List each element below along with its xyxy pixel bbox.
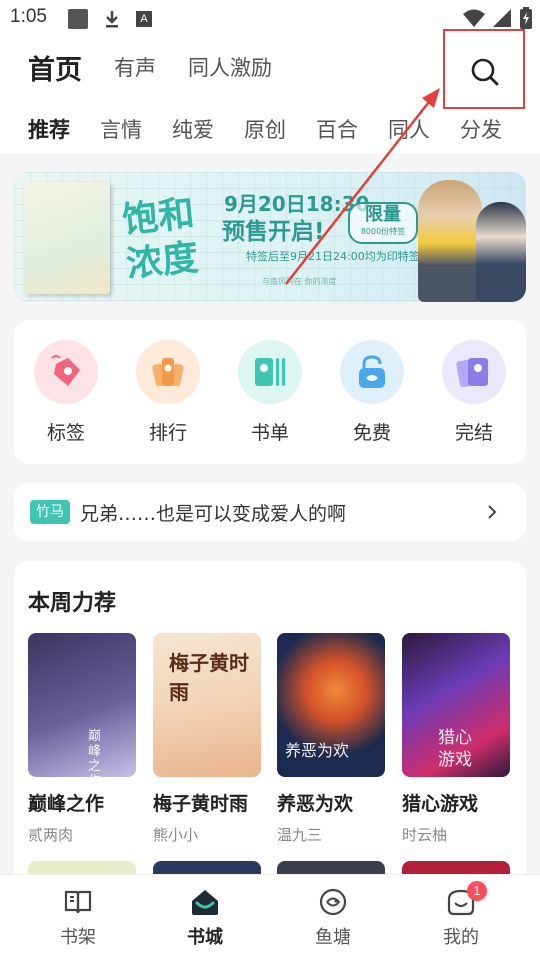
book-title: 巅峰之作 [28, 793, 105, 815]
bottom-nav: 书架 书城 鱼塘 1 我的 [0, 874, 540, 960]
unlock-icon [340, 340, 404, 404]
tag-icon [34, 340, 98, 404]
book-card[interactable]: 梅子黄时雨 梅子黄时雨 熊小小 [153, 633, 261, 845]
bookstore-icon [192, 890, 218, 915]
book-cover: 猎心游戏 [402, 633, 510, 777]
banner-character-left [418, 180, 482, 302]
promo-banner[interactable]: 饱和 浓度 9月20日18:30 预售开启! 限量 8000份特签 特签后至9月… [14, 172, 526, 302]
nav-label: 书架 [60, 927, 96, 948]
nav-label: 书城 [187, 927, 223, 948]
banner-sub-note: 与南风同在 你的浓度 [262, 277, 337, 286]
search-button[interactable] [443, 29, 525, 109]
book-author: 时云柚 [402, 826, 448, 844]
subtab-original[interactable]: 原创 [244, 114, 286, 144]
banner-limit-badge: 限量 8000份特签 [348, 202, 418, 244]
section-title: 本周力荐 [28, 591, 117, 616]
booklist-icon [238, 340, 302, 404]
shortcut-booklist[interactable]: 书单 [230, 340, 310, 450]
nav-profile[interactable]: 1 我的 [421, 881, 501, 949]
subtab-gl[interactable]: 百合 [316, 114, 358, 144]
subtab-romance[interactable]: 言情 [100, 114, 142, 144]
shortcut-label: 排行 [148, 422, 187, 444]
shortcut-finished[interactable]: 完结 [434, 340, 514, 450]
shortcut-label: 完结 [454, 422, 493, 444]
status-time: 1:05 [10, 6, 47, 27]
shortcut-free[interactable]: 免费 [332, 340, 412, 450]
book-author: 温九三 [277, 826, 323, 844]
banner-character-right [476, 202, 526, 302]
book-cover-title: 巅峰之作 [88, 729, 102, 777]
banner-title-line2: 浓度 [124, 237, 201, 286]
book-card[interactable]: 猎心游戏 猎心游戏 时云柚 [402, 633, 510, 845]
square-icon [68, 9, 88, 29]
notice-tag: 竹马 [30, 500, 70, 524]
banner-limit-note: 8000份特签 [360, 227, 406, 236]
book-title: 梅子黄时雨 [153, 793, 249, 815]
fishpond-icon [319, 888, 347, 916]
weekly-recommendations: 本周力荐 巅峰之作 巅峰之作 贰两肉 梅子黄时雨 梅子黄时雨 熊小小 养恶为欢 … [14, 561, 526, 901]
notice-bar[interactable]: 竹马 兄弟……也是可以变成爱人的啊 [14, 483, 526, 541]
book-card[interactable]: 巅峰之作 巅峰之作 贰两肉 [28, 633, 136, 845]
chevron-right-icon [488, 505, 497, 519]
search-icon [471, 58, 499, 86]
banner-book-cover [24, 182, 110, 294]
shortcut-tags[interactable]: 标签 [26, 340, 106, 450]
notice-text: 兄弟……也是可以变成爱人的啊 [80, 503, 347, 525]
tab-home[interactable]: 首页 [28, 48, 82, 87]
banner-limit: 限量 [365, 204, 401, 225]
notification-badge: 1 [467, 881, 487, 901]
banner-presale: 预售开启! [222, 219, 325, 245]
book-cover: 梅子黄时雨 [153, 633, 261, 777]
book-cover-title: 梅子黄时雨 [169, 651, 249, 704]
shortcut-ranking[interactable]: 排行 [128, 340, 208, 450]
bookshelf-icon [64, 890, 92, 914]
tab-fanfic-incentive[interactable]: 同人激励 [188, 52, 272, 82]
nav-bookstore[interactable]: 书城 [165, 887, 245, 949]
header: 首页 有声 同人激励 推荐 言情 纯爱 原创 百合 同人 分发 [0, 29, 540, 154]
book-cover-title: 养恶为欢 [285, 741, 350, 760]
book-title: 养恶为欢 [277, 793, 354, 815]
subtab-fanfic[interactable]: 同人 [388, 114, 430, 144]
book-cover-title: 猎心游戏 [438, 728, 472, 770]
book-cover: 养恶为欢 [277, 633, 385, 777]
book-card[interactable]: 养恶为欢 养恶为欢 温九三 [277, 633, 385, 845]
subtab-distribute[interactable]: 分发 [460, 114, 502, 144]
tab-audio[interactable]: 有声 [114, 52, 156, 82]
finished-icon [442, 340, 506, 404]
shortcut-label: 标签 [46, 422, 85, 444]
nav-bookshelf[interactable]: 书架 [38, 887, 118, 949]
banner-note: 特签后至9月21日24:00均为印特签 [246, 250, 420, 263]
a-letter-icon: A [136, 11, 152, 27]
shortcut-label: 免费 [352, 422, 391, 444]
subtab-bl[interactable]: 纯爱 [172, 114, 214, 144]
book-author: 贰两肉 [28, 826, 74, 844]
shortcut-grid: 标签 排行 书单 免费 完结 [14, 320, 526, 464]
nav-fishpond[interactable]: 鱼塘 [293, 887, 373, 949]
ranking-icon [136, 340, 200, 404]
book-cover: 巅峰之作 [28, 633, 136, 777]
book-author: 熊小小 [153, 826, 199, 844]
nav-label: 鱼塘 [315, 927, 351, 948]
book-title: 猎心游戏 [402, 793, 479, 815]
shortcut-label: 书单 [250, 422, 289, 444]
subtab-recommend[interactable]: 推荐 [28, 114, 70, 146]
download-icon [102, 9, 122, 29]
nav-label: 我的 [443, 927, 479, 948]
